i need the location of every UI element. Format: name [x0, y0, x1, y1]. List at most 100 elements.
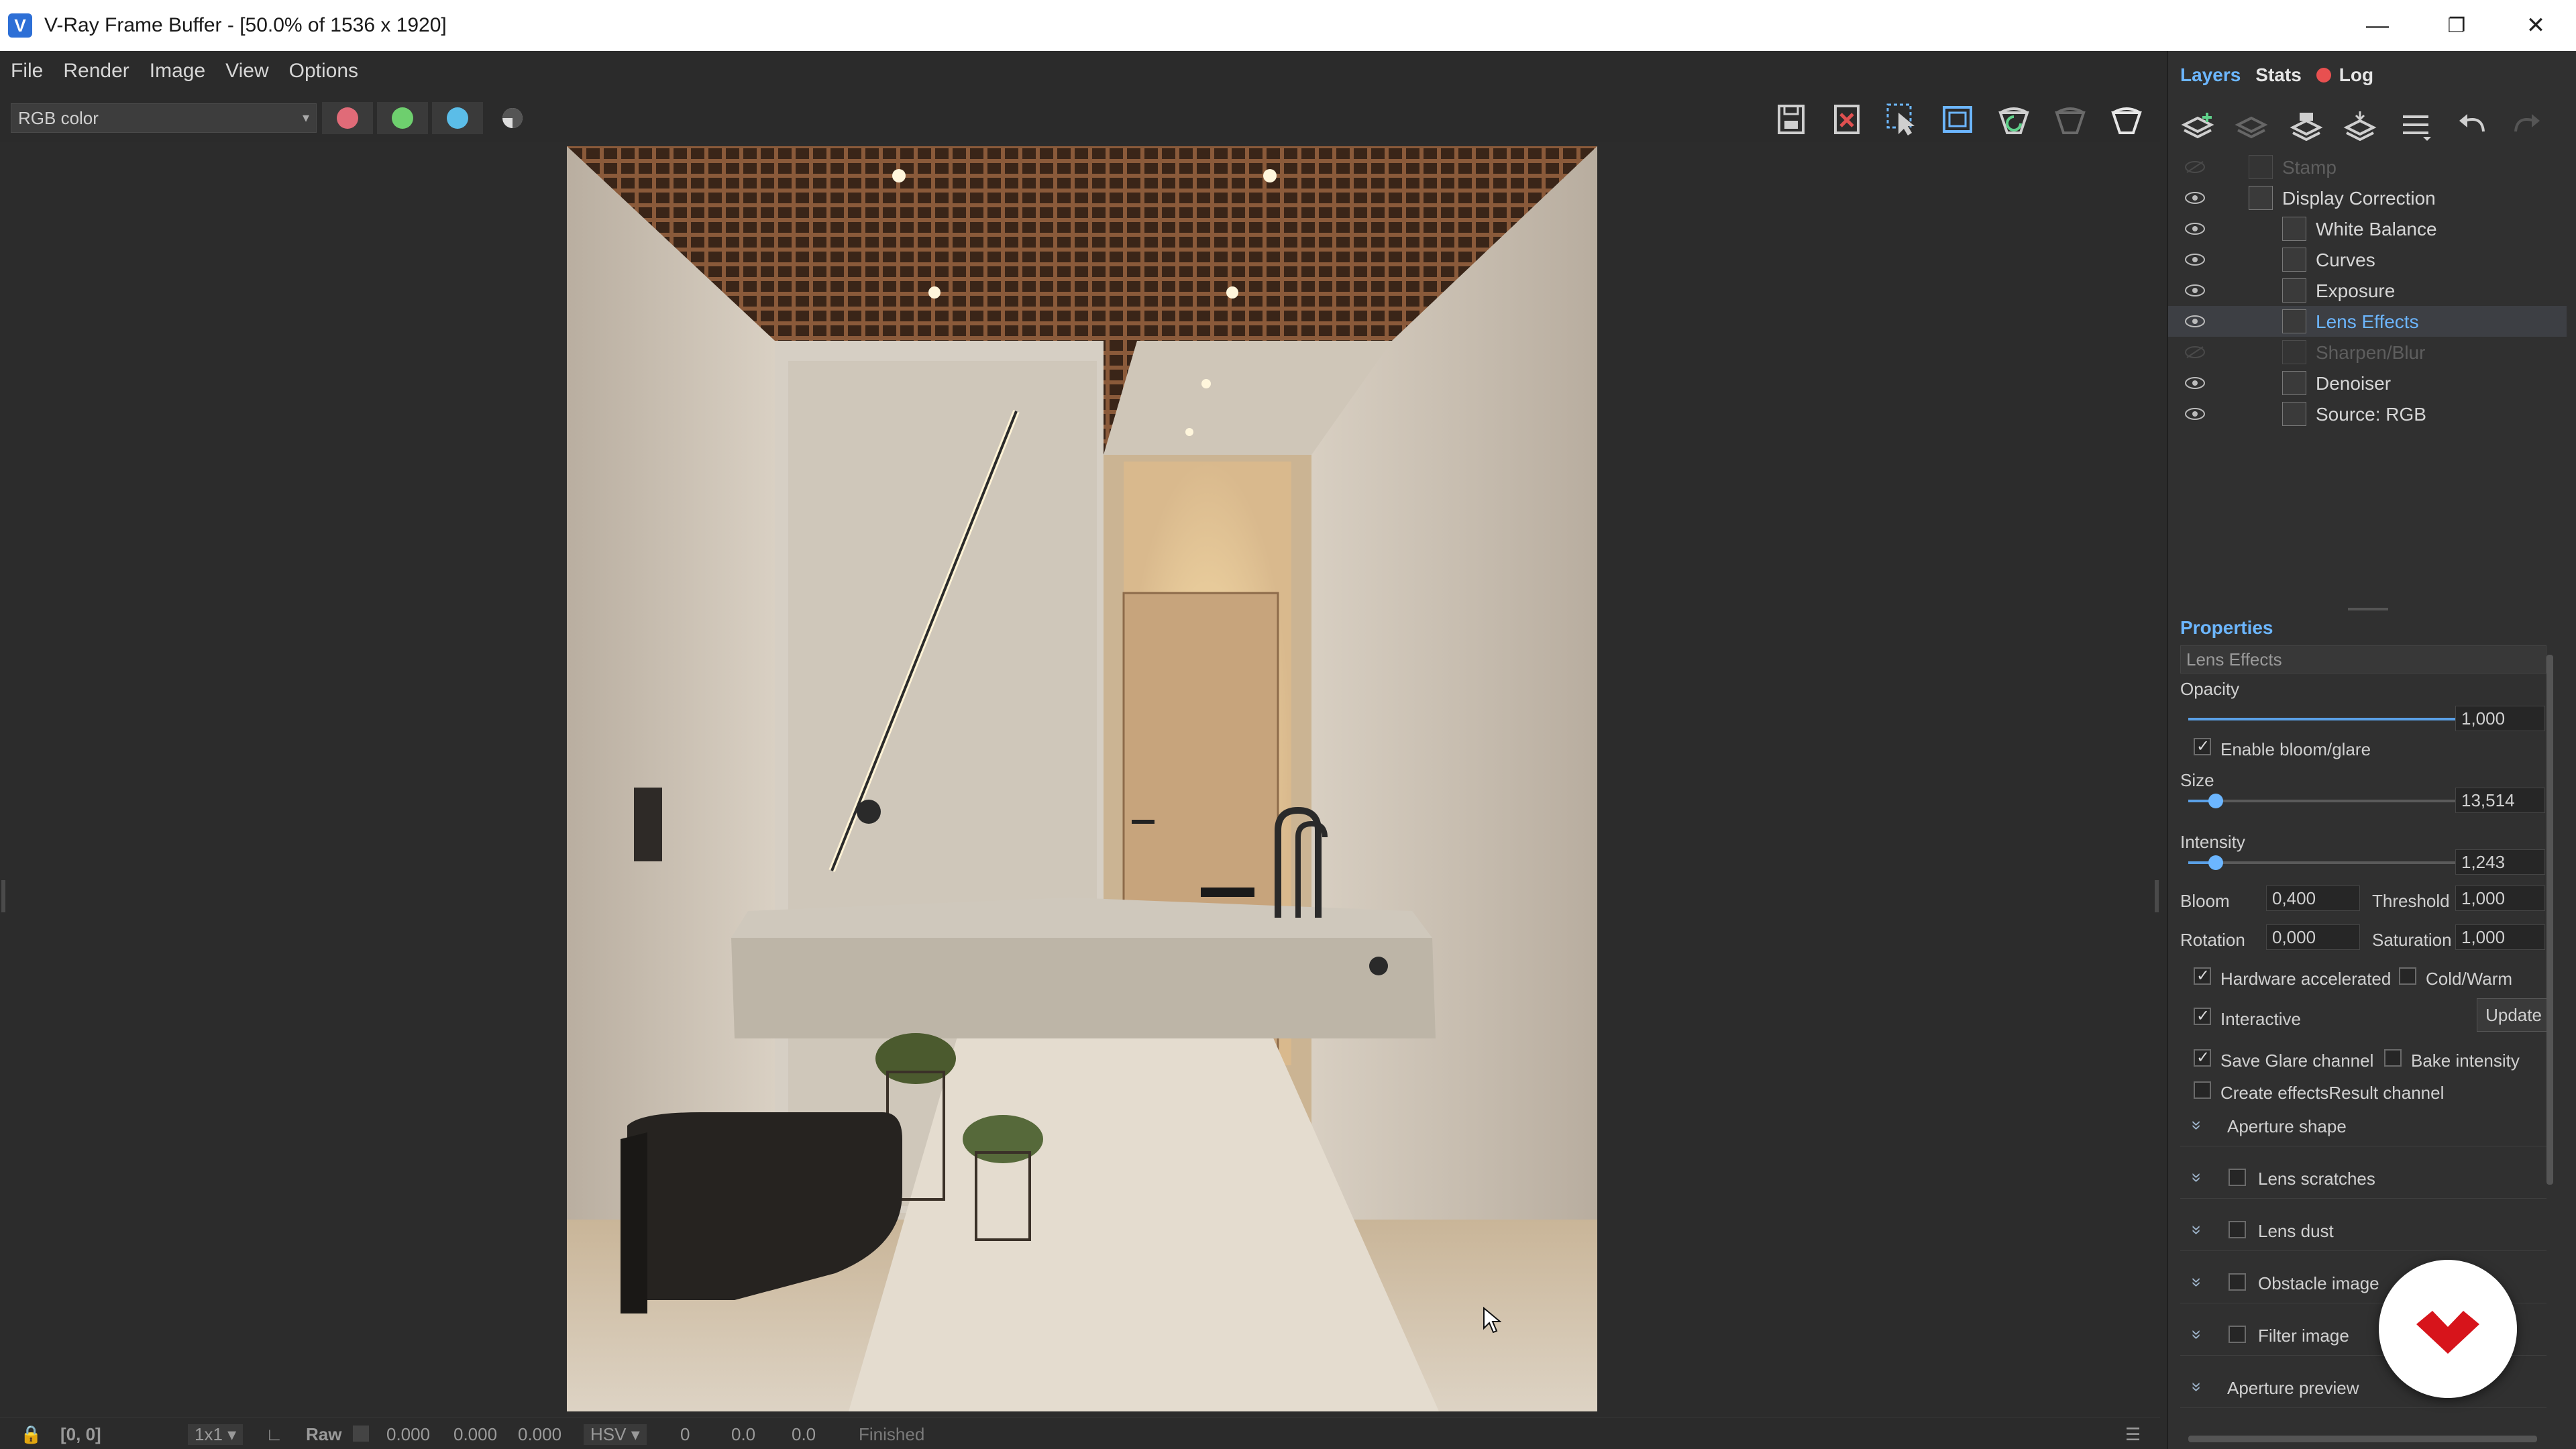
section-label[interactable]: Aperture shape: [2227, 1116, 2347, 1137]
expand-chevron-icon[interactable]: »: [2187, 1225, 2208, 1234]
lock-icon[interactable]: 🔒: [20, 1424, 42, 1445]
layer-row[interactable]: Denoiser: [2168, 368, 2567, 398]
cold-warm-checkbox[interactable]: [2399, 967, 2416, 985]
enable-bloom-checkbox[interactable]: [2194, 737, 2211, 756]
visibility-eye-icon[interactable]: [2184, 191, 2206, 205]
bloom-input[interactable]: 0,400: [2266, 885, 2360, 911]
zoom-dropdown[interactable]: 1x1 ▾: [188, 1424, 244, 1445]
section-label[interactable]: Lens dust: [2258, 1221, 2334, 1242]
layer-row[interactable]: Stamp: [2168, 152, 2567, 182]
visibility-eye-icon[interactable]: [2184, 345, 2206, 359]
save-layers-icon[interactable]: [2286, 109, 2326, 144]
channel-dropdown[interactable]: RGB color ▾: [11, 103, 317, 133]
section-label[interactable]: Filter image: [2258, 1326, 2349, 1346]
menu-file[interactable]: File: [11, 60, 43, 83]
update-button[interactable]: Update: [2477, 998, 2551, 1032]
visibility-eye-icon[interactable]: [2184, 160, 2206, 174]
visibility-eye-icon[interactable]: [2184, 253, 2206, 266]
render-viewport[interactable]: [0, 142, 2160, 1428]
section-label[interactable]: Obstacle image: [2258, 1273, 2379, 1294]
hardware-accelerated-checkbox[interactable]: [2194, 966, 2211, 985]
rotation-input[interactable]: 0,000: [2266, 924, 2360, 950]
visibility-eye-icon[interactable]: [2184, 315, 2206, 328]
opacity-slider-fill: [2188, 718, 2465, 720]
layer-row[interactable]: Sharpen/Blur: [2168, 337, 2567, 368]
layer-row[interactable]: Display Correction: [2168, 182, 2567, 213]
tab-log[interactable]: Log: [2339, 64, 2373, 86]
section-checkbox[interactable]: [2229, 1221, 2246, 1238]
menu-options[interactable]: Options: [289, 60, 358, 83]
denoiser-icon: [2282, 371, 2306, 395]
save-glare-checkbox[interactable]: [2194, 1048, 2211, 1067]
menu-image[interactable]: Image: [150, 60, 205, 83]
visibility-eye-icon[interactable]: [2184, 376, 2206, 390]
menu-view[interactable]: View: [225, 60, 268, 83]
bake-intensity-checkbox[interactable]: [2384, 1049, 2402, 1067]
interactive-checkbox[interactable]: [2194, 1006, 2211, 1026]
green-dot-icon: [392, 107, 413, 129]
add-layer-icon[interactable]: [2178, 109, 2218, 144]
render-status: Finished: [859, 1424, 925, 1444]
visibility-eye-icon[interactable]: [2184, 284, 2206, 297]
layer-row[interactable]: Curves: [2168, 244, 2567, 275]
layer-row[interactable]: White Balance: [2168, 213, 2567, 244]
section-checkbox[interactable]: [2229, 1273, 2246, 1291]
clear-image-icon[interactable]: [1826, 98, 1869, 141]
load-layers-icon[interactable]: [2340, 109, 2380, 144]
maximize-button[interactable]: ❐: [2418, 0, 2496, 51]
layer-row[interactable]: Source: RGB: [2168, 398, 2567, 429]
track-mouse-icon[interactable]: [1881, 98, 1924, 141]
blue-channel-button[interactable]: [432, 102, 483, 134]
render-last-icon[interactable]: [1992, 98, 2035, 141]
properties-hscrollbar[interactable]: [2188, 1436, 2537, 1442]
section-checkbox[interactable]: [2229, 1169, 2246, 1186]
render-icon[interactable]: [2105, 98, 2148, 141]
stop-render-icon[interactable]: [2049, 98, 2092, 141]
curve-icon[interactable]: ∟: [266, 1424, 282, 1445]
color-mode-dropdown[interactable]: HSV ▾: [584, 1424, 647, 1445]
alpha-channel-button[interactable]: [487, 102, 538, 134]
region-render-icon[interactable]: [1936, 98, 1979, 141]
tab-layers[interactable]: Layers: [2180, 64, 2241, 86]
section-label[interactable]: Aperture preview: [2227, 1378, 2359, 1399]
layer-row[interactable]: Lens Effects: [2168, 306, 2567, 337]
section-checkbox[interactable]: [2229, 1326, 2246, 1343]
zoom-value: 1x1: [195, 1424, 223, 1444]
expand-chevron-icon[interactable]: »: [2187, 1277, 2208, 1287]
red-channel-button[interactable]: [322, 102, 373, 134]
size-slider-track[interactable]: [2188, 800, 2465, 802]
redo-icon[interactable]: [2506, 109, 2546, 144]
menu-render[interactable]: Render: [63, 60, 129, 83]
visibility-eye-icon[interactable]: [2184, 407, 2206, 421]
size-input[interactable]: 13,514: [2455, 788, 2545, 813]
intensity-input[interactable]: 1,243: [2455, 849, 2545, 875]
minimize-button[interactable]: —: [2339, 0, 2416, 51]
expand-chevron-icon[interactable]: »: [2187, 1382, 2208, 1391]
properties-scrollbar[interactable]: [2546, 655, 2553, 1185]
save-image-icon[interactable]: [1771, 98, 1814, 141]
splitter-handle[interactable]: [2348, 608, 2388, 610]
opacity-input[interactable]: 1,000: [2455, 706, 2545, 731]
close-button[interactable]: ✕: [2497, 0, 2575, 51]
layer-row[interactable]: Exposure: [2168, 275, 2567, 306]
expand-chevron-icon[interactable]: »: [2187, 1120, 2208, 1130]
expand-chevron-icon[interactable]: »: [2187, 1173, 2208, 1182]
expand-chevron-icon[interactable]: »: [2187, 1330, 2208, 1339]
section-label[interactable]: Lens scratches: [2258, 1169, 2375, 1189]
create-effects-checkbox[interactable]: [2194, 1081, 2211, 1099]
intensity-slider-knob[interactable]: [2208, 855, 2224, 870]
saturation-input[interactable]: 1,000: [2455, 924, 2545, 950]
log-toggle-icon[interactable]: ☰: [2125, 1424, 2141, 1445]
green-channel-button[interactable]: [377, 102, 428, 134]
left-panel-handle[interactable]: [1, 880, 5, 912]
visibility-eye-icon[interactable]: [2184, 222, 2206, 235]
size-slider-knob[interactable]: [2208, 794, 2224, 808]
intensity-slider-track[interactable]: [2188, 861, 2465, 864]
threshold-input[interactable]: 1,000: [2455, 885, 2545, 911]
remove-layer-icon[interactable]: [2231, 109, 2271, 144]
tab-stats[interactable]: Stats: [2255, 64, 2301, 86]
undo-icon[interactable]: [2453, 109, 2493, 144]
right-panel-handle[interactable]: [2155, 880, 2159, 912]
interactive-label: Interactive: [2220, 1009, 2301, 1029]
layer-list-icon[interactable]: [2396, 109, 2436, 144]
